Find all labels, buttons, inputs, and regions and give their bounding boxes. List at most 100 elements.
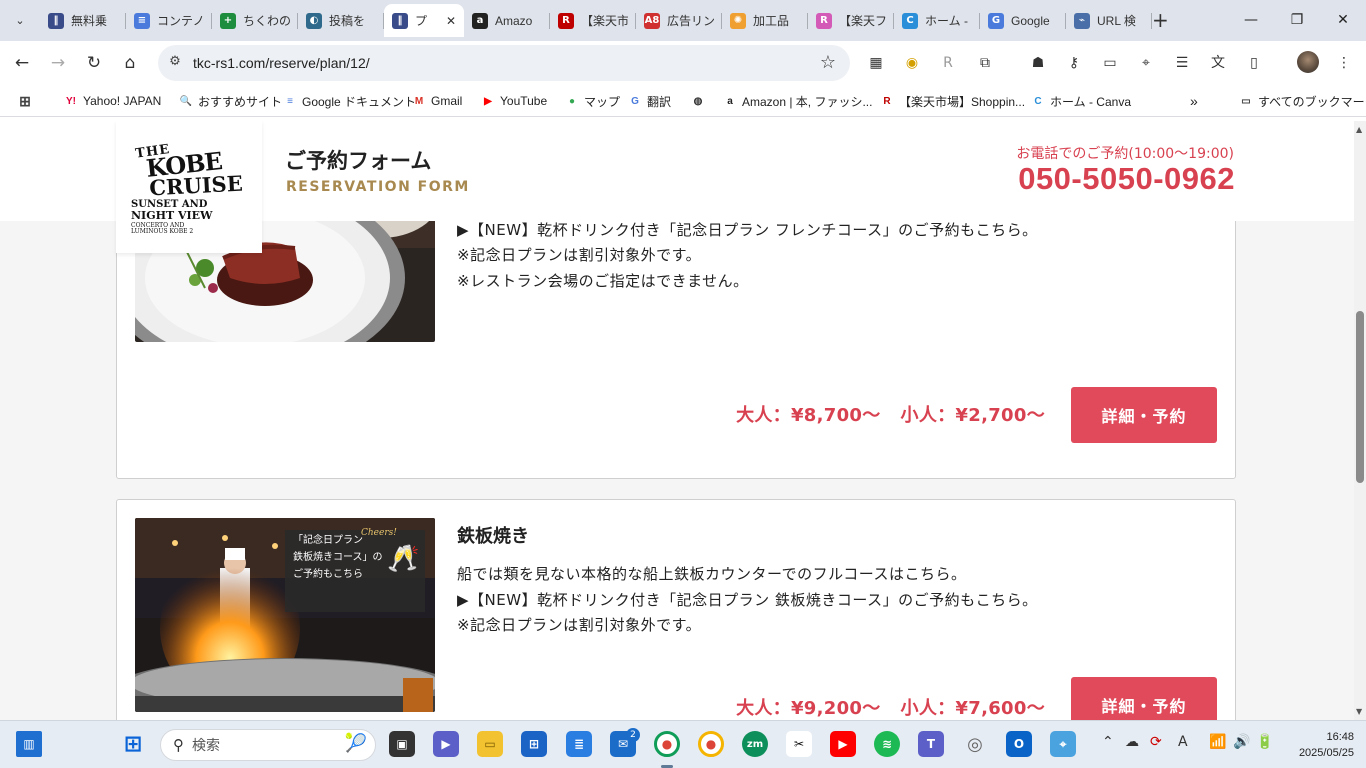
bookmark-item[interactable]: R 【楽天市場】Shoppin... xyxy=(880,92,1025,110)
bookmark-item[interactable]: ● マップ xyxy=(565,92,620,110)
back-arrow-icon[interactable]: ← xyxy=(11,52,33,74)
new-tab-button[interactable]: + xyxy=(1152,9,1170,31)
close-window-icon[interactable]: ✕ xyxy=(1333,10,1353,30)
capcut-icon[interactable]: ✂ xyxy=(786,731,812,757)
more-bookmarks-chevron-icon[interactable]: » xyxy=(1190,92,1198,110)
battery-icon[interactable]: 🔋 xyxy=(1256,734,1273,750)
tab-favicon-icon: R xyxy=(816,12,832,29)
tab-title: 【楽天フ xyxy=(839,14,886,28)
browser-tab[interactable]: ‖ プ ✕ xyxy=(384,4,464,37)
microsoft-store-icon[interactable]: ⊞ xyxy=(521,731,547,757)
all-bookmarks-folder[interactable]: ▭ すべてのブックマーク xyxy=(1239,92,1366,110)
teams-chat-icon[interactable]: ▶ xyxy=(433,731,459,757)
onedrive-cloud-icon[interactable]: ☁ xyxy=(1125,734,1139,750)
maps-app-icon[interactable]: ⌖ xyxy=(1050,731,1076,757)
teppanyaki-detail-reserve-button[interactable]: 詳細・予約 xyxy=(1071,677,1217,720)
chrome-profile-icon[interactable]: ● xyxy=(698,731,724,757)
qr-code-icon[interactable]: ▦ xyxy=(866,53,886,73)
tray-overflow-chevron-icon[interactable]: ⌃ xyxy=(1102,734,1114,750)
tab-title: ホーム - xyxy=(925,14,968,28)
browser-tab[interactable]: G Google xyxy=(980,4,1066,37)
browser-tab[interactable]: ⌁ URL 検 xyxy=(1066,4,1152,37)
phone-number[interactable]: 050-5050-0962 xyxy=(1018,161,1235,197)
file-explorer-icon[interactable]: ▭ xyxy=(477,731,503,757)
reload-icon[interactable]: ↻ xyxy=(83,52,105,74)
url-text[interactable]: tkc-rs1.com/reserve/plan/12/ xyxy=(193,55,370,71)
widgets-icon[interactable]: ▥ xyxy=(16,731,42,757)
bookmark-item[interactable]: G 翻訳 xyxy=(628,92,671,110)
location-pin-icon[interactable]: ⌖ xyxy=(1136,53,1156,73)
bookmark-label: YouTube xyxy=(500,94,548,108)
browser-tab[interactable]: ◐ 投稿を xyxy=(298,4,384,37)
bookmark-item[interactable]: ◍ xyxy=(691,92,710,110)
forward-arrow-icon[interactable]: → xyxy=(47,52,69,74)
youtube-icon[interactable]: ▶ xyxy=(830,731,856,757)
tab-title: プ xyxy=(415,14,428,28)
tab-search-chevron-icon[interactable]: ⌄ xyxy=(8,8,32,32)
incognito-icon[interactable]: ☗ xyxy=(1028,53,1048,73)
browser-tab[interactable]: R 【楽天市 xyxy=(550,4,636,37)
tab-title: 【楽天市 xyxy=(581,14,628,28)
bookmark-favicon-icon: ≡ xyxy=(287,95,293,107)
bookmark-favicon-icon: M xyxy=(414,95,424,107)
apps-grid-icon[interactable]: ⊞ xyxy=(18,92,37,110)
browser-tab[interactable]: a Amazo xyxy=(464,4,550,37)
site-info-icon[interactable]: ⚙ xyxy=(166,54,184,72)
bookmark-item[interactable]: ≡ Google ドキュメント xyxy=(283,92,416,110)
start-windows-icon[interactable]: ⊞ xyxy=(120,731,146,757)
scrollbar-thumb[interactable] xyxy=(1356,311,1364,483)
side-panel-icon[interactable]: ▯ xyxy=(1244,53,1264,73)
menu-dots-icon[interactable]: ⋮ xyxy=(1334,53,1354,73)
sync-alert-icon[interactable]: ⟳ xyxy=(1150,734,1162,750)
system-clock[interactable]: 16:48 2025/05/25 xyxy=(1288,729,1354,761)
copilot-icon[interactable]: ◎ xyxy=(962,731,988,757)
browser-tab[interactable]: ≡ コンテノ xyxy=(126,4,212,37)
tab-favicon-icon: ‖ xyxy=(392,12,408,29)
browser-tab[interactable]: ‖ 無料乗 xyxy=(40,4,126,37)
extension-yellow-icon[interactable]: ◉ xyxy=(902,53,922,73)
scroll-down-arrow-icon[interactable]: ▼ xyxy=(1356,707,1362,716)
restore-icon[interactable]: ❐ xyxy=(1287,10,1307,30)
bookmark-item[interactable]: C ホーム - Canva xyxy=(1031,92,1131,110)
address-bar[interactable]: ⚙ tkc-rs1.com/reserve/plan/12/ ☆ xyxy=(158,45,850,81)
bookmark-item[interactable]: M Gmail xyxy=(412,92,463,110)
bookmark-star-icon[interactable]: ☆ xyxy=(820,52,836,73)
password-key-icon[interactable]: ⚷ xyxy=(1064,53,1084,73)
browser-tab[interactable]: R 【楽天フ xyxy=(808,4,894,37)
bookmark-item[interactable]: 🔍 おすすめサイト xyxy=(179,92,282,110)
plan-card-teppanyaki: 「記念日プラン 鉄板焼きコース」の ご予約もこちら Cheers! 🥂 鉄板焼き… xyxy=(116,499,1236,720)
page-scrollbar[interactable]: ▲ ▼ xyxy=(1354,121,1366,720)
reading-list-icon[interactable]: ☰ xyxy=(1172,53,1192,73)
browser-tab[interactable]: ✺ 加工品 xyxy=(722,4,808,37)
browser-tab[interactable]: + ちくわの xyxy=(212,4,298,37)
zoom-icon[interactable]: zm xyxy=(742,731,768,757)
taskbar-search-box[interactable]: ⚲ 検索 🎾 xyxy=(160,729,376,761)
outlook-icon[interactable]: O xyxy=(1006,731,1032,757)
extensions-puzzle-icon[interactable]: ⧉ xyxy=(975,53,995,73)
task-view-icon[interactable]: ▣ xyxy=(389,731,415,757)
teams-icon[interactable]: T xyxy=(918,731,944,757)
spotify-icon[interactable]: ≋ xyxy=(874,731,900,757)
volume-icon[interactable]: 🔊 xyxy=(1233,734,1250,750)
payment-card-icon[interactable]: ▭ xyxy=(1100,53,1120,73)
bookmark-item[interactable]: ▶ YouTube xyxy=(481,92,547,110)
notepad-icon[interactable]: ≣ xyxy=(566,731,592,757)
extension-r-icon[interactable]: R xyxy=(938,53,958,73)
home-icon[interactable]: ⌂ xyxy=(119,52,141,74)
browser-tab[interactable]: A8 広告リン xyxy=(636,4,722,37)
bookmark-favicon-icon: G xyxy=(631,95,639,107)
french-detail-reserve-button[interactable]: 詳細・予約 xyxy=(1071,387,1217,443)
translate-icon[interactable]: 文 xyxy=(1208,53,1228,73)
site-logo[interactable]: THE KOBE CRUISE SUNSET AND NIGHT VIEW CO… xyxy=(116,121,262,253)
browser-tab[interactable]: C ホーム - xyxy=(894,4,980,37)
close-tab-icon[interactable]: ✕ xyxy=(446,14,456,28)
bookmark-item[interactable]: a Amazon | 本, ファッシ... xyxy=(723,92,872,110)
teppanyaki-title: 鉄板焼き xyxy=(457,526,529,547)
scroll-up-arrow-icon[interactable]: ▲ xyxy=(1356,125,1362,134)
profile-avatar[interactable] xyxy=(1297,51,1319,73)
chrome-active-icon[interactable]: ● xyxy=(654,731,680,757)
wifi-icon[interactable]: 📶 xyxy=(1209,734,1226,750)
bookmark-item[interactable]: Y! Yahoo! JAPAN xyxy=(64,92,161,110)
ime-mode-icon[interactable]: A xyxy=(1178,734,1188,750)
minimize-icon[interactable]: — xyxy=(1241,10,1261,30)
